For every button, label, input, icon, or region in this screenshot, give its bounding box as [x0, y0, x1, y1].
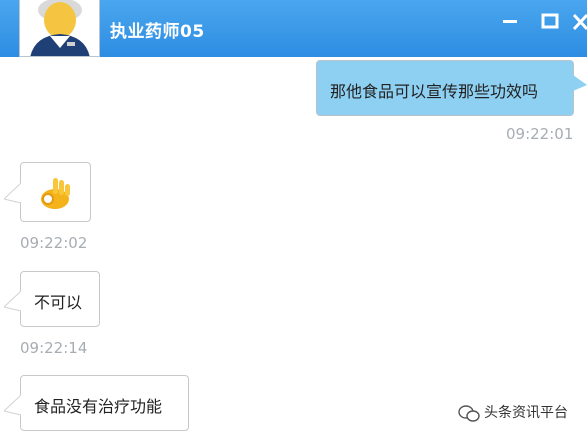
incoming-message-bubble[interactable]: 食品没有治疗功能	[20, 375, 189, 431]
outgoing-message-bubble[interactable]: 那他食品可以宣传那些功效吗	[316, 60, 574, 116]
close-button[interactable]	[572, 12, 587, 32]
ok-hand-emoji	[37, 175, 75, 215]
close-icon	[572, 12, 587, 32]
maximize-icon	[540, 12, 560, 32]
incoming-message-bubble[interactable]: 不可以	[20, 271, 100, 327]
minimize-button[interactable]	[500, 12, 520, 32]
message-area[interactable]: 那他食品可以宣传那些功效吗 09:22:01 09:22:02 不可以 09:2…	[0, 57, 587, 441]
message-timestamp: 09:22:01	[506, 125, 574, 143]
message-text: 不可以	[34, 293, 83, 312]
bubble-tail	[4, 394, 21, 416]
window-title: 执业药师05	[110, 22, 205, 42]
wechat-logo-icon	[458, 405, 480, 427]
message-text: 食品没有治疗功能	[34, 397, 163, 416]
message-timestamp: 09:22:14	[20, 339, 88, 357]
bubble-tail	[4, 182, 21, 204]
minimize-icon	[500, 12, 520, 32]
bubble-tail	[573, 75, 587, 91]
message-text: 那他食品可以宣传那些功效吗	[330, 82, 539, 101]
title-bar: 执业药师05	[0, 0, 587, 57]
watermark-text: 头条资讯平台	[484, 405, 568, 421]
incoming-message-bubble[interactable]	[20, 162, 91, 222]
maximize-button[interactable]	[540, 12, 560, 32]
message-timestamp: 09:22:02	[20, 234, 88, 252]
bubble-tail	[4, 290, 21, 312]
contact-avatar[interactable]	[19, 0, 100, 57]
